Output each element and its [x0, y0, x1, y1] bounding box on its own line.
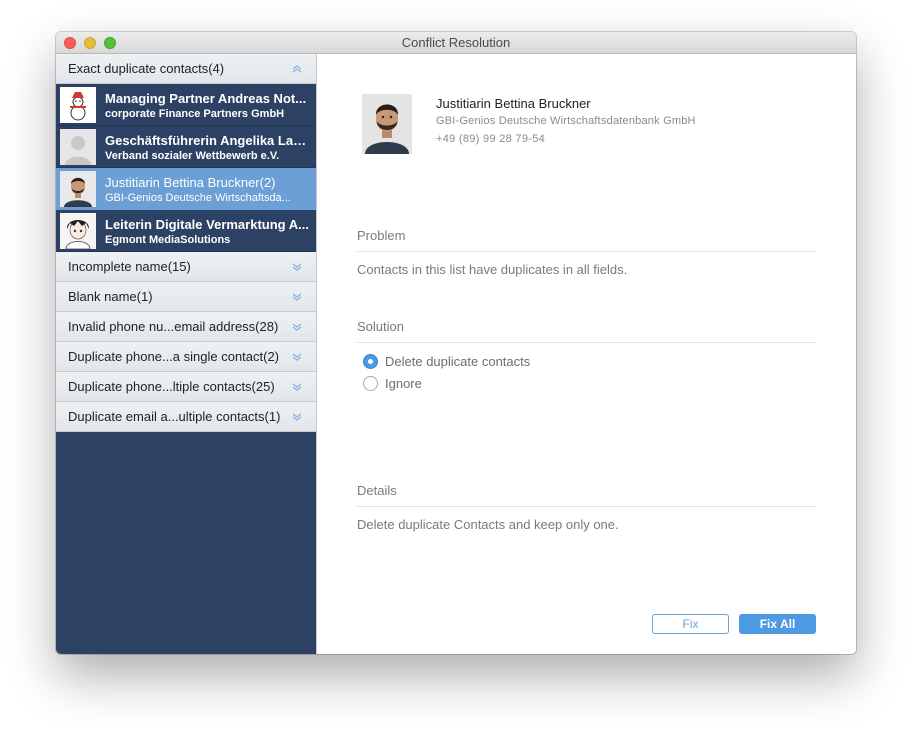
details-divider	[357, 506, 816, 507]
contact-row[interactable]: Geschäftsführerin Angelika Lan... Verban…	[56, 126, 316, 168]
solution-divider	[357, 342, 816, 343]
placeholder-avatar	[60, 129, 96, 165]
problem-heading: Problem	[357, 228, 406, 243]
detail-name: Justitiarin Bettina Bruckner	[436, 96, 591, 111]
contact-row[interactable]: Leiterin Digitale Vermarktung A... Egmon…	[56, 210, 316, 252]
group-label: Invalid phone nu...email address(28)	[68, 319, 279, 334]
detail-organization: GBI-Genios Deutsche Wirtschaftsdatenbank…	[436, 115, 696, 127]
fix-button[interactable]: Fix	[652, 614, 729, 634]
option-label: Delete duplicate contacts	[385, 354, 531, 369]
problem-text: Contacts in this list have duplicates in…	[357, 262, 628, 277]
sidebar: Exact duplicate contacts(4) Managing Par…	[56, 54, 316, 654]
problem-divider	[357, 251, 816, 252]
conflict-resolution-window: Conflict Resolution Exact duplicate cont…	[56, 32, 856, 654]
group-label: Exact duplicate contacts(4)	[68, 61, 225, 76]
contact-row-selected[interactable]: Justitiarin Bettina Bruckner(2) GBI-Geni…	[56, 168, 316, 210]
chevron-up-double-icon	[292, 65, 302, 73]
chevron-down-double-icon	[292, 353, 302, 361]
group-label: Blank name(1)	[68, 289, 153, 304]
group-duplicate-phone-single[interactable]: Duplicate phone...a single contact(2)	[56, 342, 316, 372]
title-bar[interactable]: Conflict Resolution	[56, 32, 856, 54]
option-label: Ignore	[385, 376, 422, 391]
group-label: Duplicate phone...a single contact(2)	[68, 349, 280, 364]
contact-name: Geschäftsführerin Angelika Lan...	[105, 133, 310, 148]
fix-all-button[interactable]: Fix All	[739, 614, 816, 634]
detail-panel: Justitiarin Bettina Bruckner GBI-Genios …	[317, 54, 856, 654]
solution-heading: Solution	[357, 319, 404, 334]
chevron-down-double-icon	[292, 293, 302, 301]
window-title: Conflict Resolution	[401, 35, 511, 50]
contact-name: Managing Partner Andreas Not...	[105, 91, 307, 106]
contact-org: Egmont MediaSolutions	[105, 234, 231, 246]
chevron-down-double-icon	[292, 323, 302, 331]
group-incomplete-name[interactable]: Incomplete name(15)	[56, 252, 316, 282]
group-duplicate-phone-multiple[interactable]: Duplicate phone...ltiple contacts(25)	[56, 372, 316, 402]
group-label: Incomplete name(15)	[68, 259, 191, 274]
contact-row[interactable]: Managing Partner Andreas Not... corporat…	[56, 84, 316, 126]
contact-org: corporate Finance Partners GmbH	[105, 108, 285, 120]
chevron-down-double-icon	[292, 263, 302, 271]
radio-button[interactable]	[363, 376, 378, 391]
details-text: Delete duplicate Contacts and keep only …	[357, 517, 619, 532]
contact-name: Justitiarin Bettina Bruckner(2)	[105, 175, 276, 190]
contact-photo	[362, 94, 412, 154]
group-blank-name[interactable]: Blank name(1)	[56, 282, 316, 312]
details-heading: Details	[357, 483, 397, 498]
detail-phone: +49 (89) 99 28 79-54	[436, 133, 546, 145]
anime-avatar	[60, 213, 96, 249]
chevron-down-double-icon	[292, 383, 302, 391]
group-duplicate-email-multiple[interactable]: Duplicate email a...ultiple contacts(1)	[56, 402, 316, 432]
contact-org: Verband sozialer Wettbewerb e.V.	[105, 150, 280, 162]
chevron-down-double-icon	[292, 413, 302, 421]
radio-button-selected[interactable]	[363, 354, 378, 369]
man-photo-avatar	[60, 171, 96, 207]
contact-name: Leiterin Digitale Vermarktung A...	[105, 217, 309, 232]
group-label: Duplicate email a...ultiple contacts(1)	[68, 409, 281, 424]
contact-org: GBI-Genios Deutsche Wirtschaftsda...	[105, 192, 291, 204]
group-label: Duplicate phone...ltiple contacts(25)	[68, 379, 275, 394]
snowman-avatar	[60, 87, 96, 123]
group-invalid-phone-email[interactable]: Invalid phone nu...email address(28)	[56, 312, 316, 342]
group-exact-duplicates[interactable]: Exact duplicate contacts(4)	[56, 54, 316, 84]
